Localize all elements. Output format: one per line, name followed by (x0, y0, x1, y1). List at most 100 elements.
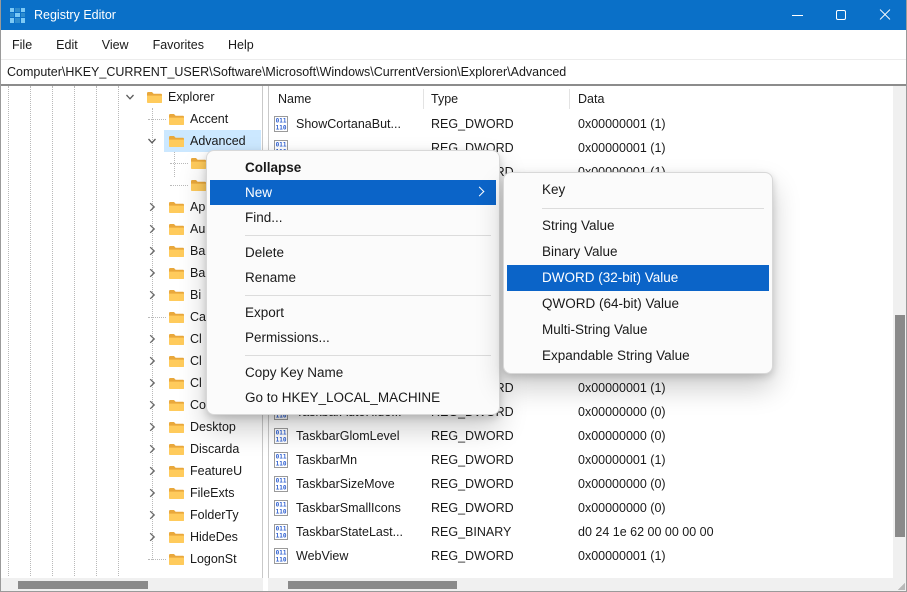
tree-item-accent[interactable]: Accent (0, 108, 263, 130)
svg-text:110: 110 (276, 484, 287, 491)
context-menu-separator (245, 355, 491, 356)
reg-dword-icon: 011110 (273, 500, 289, 516)
chevron-right-icon[interactable] (146, 421, 158, 433)
chevron-right-icon[interactable] (146, 223, 158, 235)
new-submenu-item-binary-value[interactable]: Binary Value (504, 239, 772, 265)
reg-dword-icon: 011110 (273, 452, 289, 468)
context-menu-item-permissions[interactable]: Permissions... (207, 325, 499, 350)
tree-item-hidedes[interactable]: HideDes (0, 526, 263, 548)
value-row-taskbarmn[interactable]: 011110TaskbarMnREG_DWORD0x00000001 (1) (269, 448, 893, 472)
list-horizontal-scrollbar[interactable] (268, 578, 893, 592)
list-hscroll-thumb[interactable] (288, 581, 457, 589)
tree-item-discarda[interactable]: Discarda (0, 438, 263, 460)
column-header-data[interactable]: Data (578, 86, 604, 112)
menubar-item-view[interactable]: View (90, 30, 141, 60)
tree-item-folderty[interactable]: FolderTy (0, 504, 263, 526)
svg-text:110: 110 (276, 556, 287, 563)
chevron-right-icon[interactable] (146, 531, 158, 543)
value-type: REG_DWORD (431, 496, 514, 520)
new-submenu-item-string-value[interactable]: String Value (504, 213, 772, 239)
list-vertical-scrollbar[interactable] (893, 86, 907, 578)
tree-item-advanced[interactable]: Advanced (0, 130, 263, 152)
context-menu-item-export[interactable]: Export (207, 300, 499, 325)
column-header-type[interactable]: Type (431, 86, 458, 112)
value-row-taskbarglomlevel[interactable]: 011110TaskbarGlomLevelREG_DWORD0x0000000… (269, 424, 893, 448)
tree-item-explorer[interactable]: Explorer (0, 86, 263, 108)
chevron-right-icon[interactable] (146, 201, 158, 213)
chevron-right-icon[interactable] (146, 487, 158, 499)
value-name: TaskbarSizeMove (296, 472, 421, 496)
folder-icon (168, 552, 185, 566)
chevron-right-icon[interactable] (146, 399, 158, 411)
svg-text:110: 110 (276, 124, 287, 131)
context-menu-item-copy-key-name[interactable]: Copy Key Name (207, 360, 499, 385)
address-bar[interactable]: Computer\HKEY_CURRENT_USER\Software\Micr… (0, 60, 907, 84)
chevron-right-icon[interactable] (146, 465, 158, 477)
new-submenu-item-dword-32-bit-value[interactable]: DWORD (32-bit) Value (507, 265, 769, 291)
column-header-name[interactable]: Name (278, 86, 311, 112)
context-menu-item-go-to-hkey-local-machine[interactable]: Go to HKEY_LOCAL_MACHINE (207, 385, 499, 410)
new-submenu-item-label: QWORD (64-bit) Value (542, 296, 679, 311)
value-name: TaskbarMn (296, 448, 421, 472)
value-type: REG_DWORD (431, 448, 514, 472)
chevron-down-icon[interactable] (124, 91, 136, 103)
maximize-icon (836, 10, 846, 20)
new-submenu-item-label: Multi-String Value (542, 322, 648, 337)
folder-icon (168, 134, 185, 148)
scrollbar-corner (893, 578, 907, 592)
value-row-taskbarsizemove[interactable]: 011110TaskbarSizeMoveREG_DWORD0x00000000… (269, 472, 893, 496)
context-menu-item-delete[interactable]: Delete (207, 240, 499, 265)
tree-item-label: Cl (190, 350, 202, 372)
folder-icon (168, 288, 185, 302)
registry-path: Computer\HKEY_CURRENT_USER\Software\Micr… (7, 65, 566, 79)
reg-dword-icon: 011110 (273, 116, 289, 132)
new-submenu-item-multi-string-value[interactable]: Multi-String Value (504, 317, 772, 343)
tree-item-label: Advanced (190, 130, 246, 152)
context-menu-item-rename[interactable]: Rename (207, 265, 499, 290)
value-row-taskbarsmallicons[interactable]: 011110TaskbarSmallIconsREG_DWORD0x000000… (269, 496, 893, 520)
tree-item-fileexts[interactable]: FileExts (0, 482, 263, 504)
context-menu-item-find[interactable]: Find... (207, 205, 499, 230)
menubar-item-favorites[interactable]: Favorites (141, 30, 216, 60)
menubar-item-edit[interactable]: Edit (44, 30, 90, 60)
context-menu-item-collapse[interactable]: Collapse (207, 155, 499, 180)
tree-item-featureu[interactable]: FeatureU (0, 460, 263, 482)
close-button[interactable] (863, 0, 907, 30)
chevron-right-icon[interactable] (146, 267, 158, 279)
tree-item-label: Au (190, 218, 205, 240)
tree-item-desktop[interactable]: Desktop (0, 416, 263, 438)
value-type: REG_DWORD (431, 544, 514, 568)
tree-leaf-connector (148, 119, 166, 120)
tree-item-logonst[interactable]: LogonSt (0, 548, 263, 570)
list-vscroll-thumb[interactable] (895, 315, 905, 537)
minimize-button[interactable] (775, 0, 819, 30)
svg-text:110: 110 (276, 532, 287, 539)
tree-hscroll-thumb[interactable] (18, 581, 148, 589)
tree-item-label: Accent (190, 108, 228, 130)
value-row-showcortanabut[interactable]: 011110ShowCortanaBut...REG_DWORD0x000000… (269, 112, 893, 136)
value-row-taskbarstatelast[interactable]: 011110TaskbarStateLast...REG_BINARYd0 24… (269, 520, 893, 544)
tree-item-label: FeatureU (190, 460, 242, 482)
maximize-button[interactable] (819, 0, 863, 30)
menubar-item-help[interactable]: Help (216, 30, 266, 60)
chevron-right-icon[interactable] (146, 355, 158, 367)
tree-horizontal-scrollbar[interactable] (0, 578, 263, 592)
chevron-right-icon[interactable] (146, 333, 158, 345)
new-submenu-item-qword-64-bit-value[interactable]: QWORD (64-bit) Value (504, 291, 772, 317)
value-name: TaskbarGlomLevel (296, 424, 421, 448)
chevron-right-icon[interactable] (146, 509, 158, 521)
new-submenu-item-expandable-string-value[interactable]: Expandable String Value (504, 343, 772, 369)
folder-icon (146, 90, 163, 104)
context-menu-item-new[interactable]: New (210, 180, 496, 205)
value-row-webview[interactable]: 011110WebViewREG_DWORD0x00000001 (1) (269, 544, 893, 568)
tree-item-label: Ca (190, 306, 206, 328)
new-submenu-item-key[interactable]: Key (504, 177, 772, 203)
chevron-right-icon[interactable] (146, 377, 158, 389)
chevron-right-icon[interactable] (146, 245, 158, 257)
tree-item-label: FolderTy (190, 504, 239, 526)
value-name: TaskbarStateLast... (296, 520, 421, 544)
chevron-down-icon[interactable] (146, 135, 158, 147)
menubar-item-file[interactable]: File (0, 30, 44, 60)
chevron-right-icon[interactable] (146, 289, 158, 301)
chevron-right-icon[interactable] (146, 443, 158, 455)
